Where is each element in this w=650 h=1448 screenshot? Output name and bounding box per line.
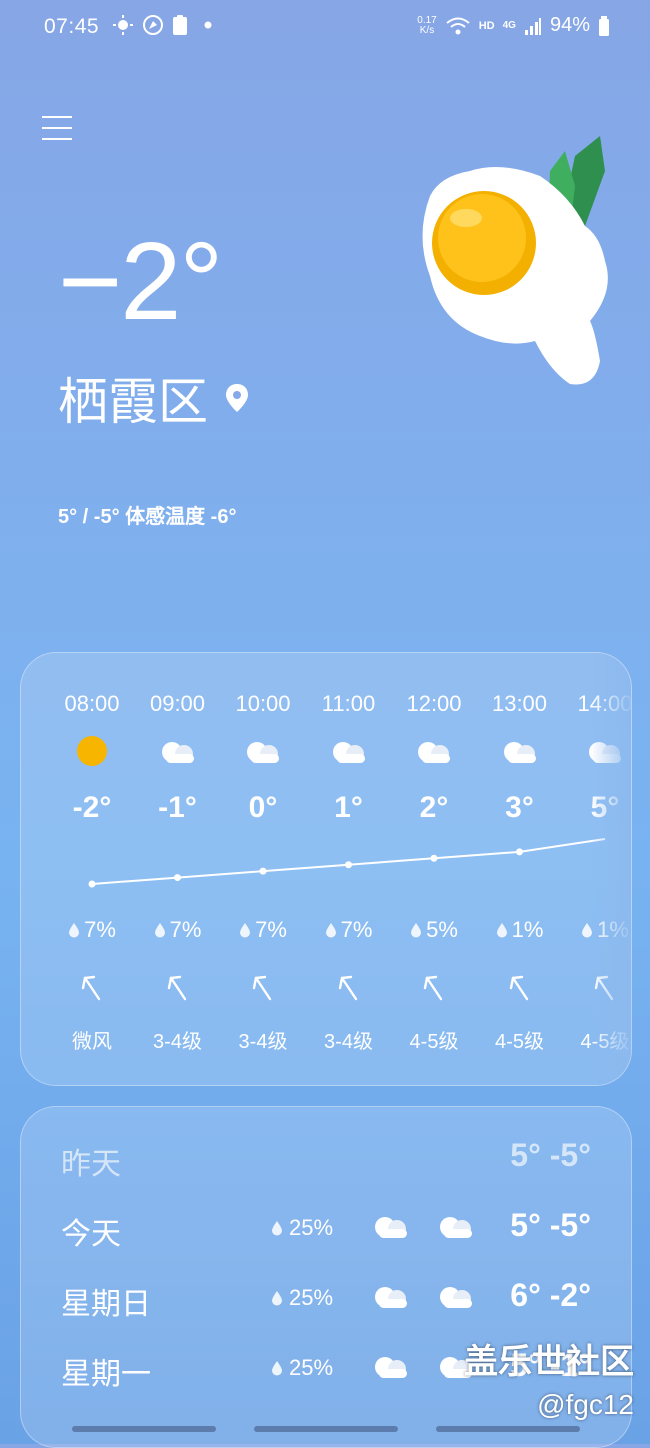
temperature-range-feels-like: 5° / -5° 体感温度 -6° — [58, 506, 237, 528]
battery-percent: 94% — [549, 14, 590, 36]
status-time: 07:45 — [44, 15, 100, 38]
nav-recents-handle[interactable] — [72, 1426, 216, 1432]
status-system-icons: 0.17 K/s HD 4G 94% — [417, 14, 610, 37]
temperature-trend-point — [174, 874, 181, 882]
nav-home-handle[interactable] — [254, 1426, 398, 1432]
daily-rain-value: 25% — [289, 1355, 334, 1380]
menu-button[interactable] — [42, 116, 72, 142]
daily-day-condition — [371, 1353, 411, 1384]
daily-day: 昨天 — [61, 1148, 121, 1181]
cloud-icon — [375, 1217, 407, 1238]
raindrop-icon — [272, 1291, 282, 1306]
cloud-icon — [375, 1357, 407, 1378]
compass-icon — [143, 15, 163, 35]
status-notification-icons — [112, 14, 214, 36]
signal-icon — [524, 17, 541, 35]
daily-precipitation: 25% — [271, 1215, 333, 1241]
temperature-trend-point — [430, 854, 438, 862]
daily-night-condition — [436, 1213, 476, 1244]
cloud-icon — [375, 1287, 407, 1308]
network-speed-unit: K/s — [419, 24, 435, 36]
clipboard-icon — [173, 15, 187, 35]
daily-day-condition — [371, 1283, 411, 1314]
nav-back-handle[interactable] — [436, 1426, 580, 1432]
daily-temperature-range: 5° -5° — [510, 1207, 591, 1243]
raindrop-icon — [272, 1361, 282, 1376]
location-name[interactable]: 栖霞区 — [58, 362, 250, 434]
watermark-user: @fgc12 — [537, 1389, 634, 1420]
daily-rain-value: 25% — [289, 1285, 334, 1310]
daily-row[interactable]: 昨天 5° -5° — [61, 1129, 591, 1189]
daily-day: 今天 — [61, 1218, 121, 1251]
temperature-trend-point — [88, 880, 96, 888]
watermark-title: 盖乐世社区 — [464, 1343, 634, 1381]
daily-day-condition — [371, 1213, 411, 1244]
daily-rain-value: 25% — [289, 1215, 334, 1240]
daily-temperature-range: 5° -5° — [510, 1137, 591, 1173]
dot-icon — [204, 21, 212, 29]
daily-temperature-range: 6° -2° — [510, 1277, 591, 1313]
raindrop-icon — [272, 1221, 282, 1236]
network-speed: 0.17 K/s — [417, 14, 437, 36]
daily-night-condition — [436, 1283, 476, 1314]
daily-day: 星期日 — [61, 1288, 151, 1321]
hd-label: HD — [478, 19, 495, 32]
battery-icon — [599, 15, 609, 36]
temperature-trend-point — [259, 867, 267, 875]
daily-precipitation: 25% — [271, 1355, 333, 1381]
location-pin-icon — [226, 384, 248, 412]
daily-row[interactable]: 今天 25% 5° -5° — [61, 1199, 591, 1259]
weather-notification-icon — [113, 15, 133, 35]
wifi-icon — [446, 17, 470, 34]
daily-day: 星期一 — [61, 1358, 151, 1391]
watermark: 盖乐世社区 @fgc12 — [464, 1334, 634, 1421]
network-type: 4G — [502, 20, 516, 31]
cloud-icon — [440, 1287, 472, 1308]
daily-precipitation: 25% — [271, 1285, 333, 1311]
cloud-icon — [440, 1217, 472, 1238]
status-bar: 07:45 0.17 K/s HD 4G 94% — [0, 0, 650, 56]
temperature-trend-chart — [88, 838, 606, 888]
fried-egg-illustration — [422, 136, 608, 385]
hourly-forecast-card[interactable]: 08:00 -2° 微风 7% 09:00 -1° 3-4级 7% 10:00 0° 3-4级 7… — [20, 652, 632, 1086]
district-label: 栖霞区 — [58, 374, 208, 430]
scroll-fade — [591, 653, 631, 1085]
temperature-trend-point — [345, 861, 352, 869]
menu-icon — [42, 116, 72, 118]
daily-row[interactable]: 星期日 25% 6° -2° — [61, 1269, 591, 1329]
current-temperature: −2° — [58, 220, 223, 343]
network-speed-value: 0.17 — [417, 14, 437, 26]
temperature-trend-point — [516, 848, 523, 856]
